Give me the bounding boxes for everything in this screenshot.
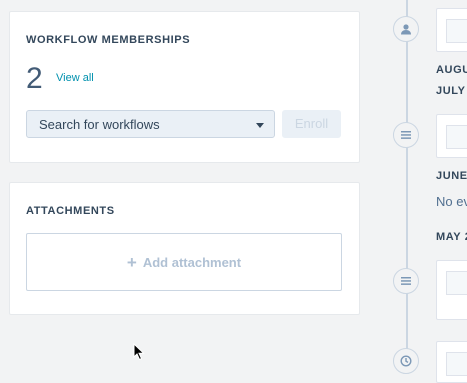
- plus-icon: +: [126, 252, 137, 272]
- timeline-month-label: JULY: [436, 85, 466, 97]
- workflow-memberships-card: WORKFLOW MEMBERSHIPS 2 View all Search f…: [9, 11, 360, 163]
- note-icon: [393, 122, 419, 148]
- timeline-card[interactable]: [436, 260, 467, 320]
- workflow-memberships-title: WORKFLOW MEMBERSHIPS: [26, 34, 191, 46]
- attachments-title: ATTACHMENTS: [26, 205, 115, 217]
- timeline-line: [406, 0, 408, 371]
- timeline-month-label: MAY 2: [436, 231, 467, 243]
- timeline-card[interactable]: [436, 114, 467, 158]
- add-attachment-label: Add attachment: [142, 254, 242, 270]
- user-icon: [393, 16, 419, 42]
- workflow-count: 2: [26, 62, 43, 95]
- timeline-card[interactable]: [436, 341, 467, 383]
- avatar: [446, 271, 467, 295]
- workflow-search-label: Search for workflows: [39, 117, 160, 132]
- mouse-cursor-icon: [133, 343, 145, 361]
- add-attachment-button[interactable]: + Add attachment: [26, 233, 342, 291]
- attachments-card: ATTACHMENTS + Add attachment: [9, 182, 360, 315]
- timeline-card[interactable]: [436, 8, 467, 52]
- workflow-search-select[interactable]: Search for workflows: [26, 110, 275, 138]
- caret-down-icon: [256, 123, 264, 128]
- avatar: [446, 125, 467, 149]
- avatar: [446, 352, 467, 376]
- clock-icon: [393, 348, 419, 374]
- view-all-link[interactable]: View all: [56, 72, 94, 84]
- avatar: [446, 19, 467, 43]
- note-icon: [393, 268, 419, 294]
- timeline-month-label: JUNE: [436, 170, 467, 182]
- timeline-month-label: AUGU: [436, 64, 467, 76]
- no-events-text: No ev: [436, 194, 467, 209]
- enroll-button[interactable]: Enroll: [282, 110, 341, 138]
